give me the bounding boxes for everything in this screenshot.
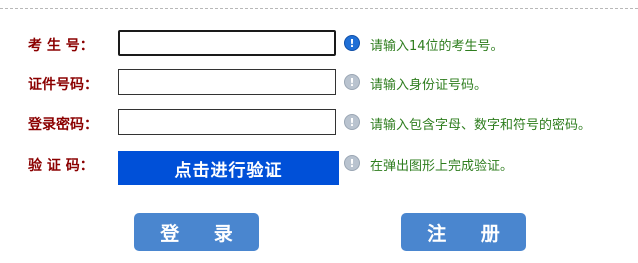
info-icon: !: [344, 35, 360, 51]
captcha-row: 验 证 码： 点击进行验证 ! 在弹出图形上完成验证。: [0, 150, 638, 185]
password-input[interactable]: [118, 109, 336, 135]
info-icon: !: [344, 74, 360, 90]
register-button[interactable]: 注 册: [401, 213, 526, 251]
id-number-input[interactable]: [118, 69, 336, 95]
password-hint: 请输入包含字母、数字和符号的密码。: [370, 118, 592, 133]
exam-number-input[interactable]: [118, 30, 336, 56]
exam-number-row: 考 生 号： ! 请输入14位的考生号。: [0, 30, 638, 60]
info-icon: !: [344, 114, 360, 130]
captcha-verify-button[interactable]: 点击进行验证: [118, 151, 339, 185]
exam-number-label: 考 生 号：: [28, 38, 94, 54]
captcha-hint: 在弹出图形上完成验证。: [370, 159, 514, 174]
password-label: 登录密码：: [28, 117, 98, 133]
password-row: 登录密码： ! 请输入包含字母、数字和符号的密码。: [0, 109, 638, 139]
login-button[interactable]: 登 录: [134, 213, 259, 251]
captcha-label: 验 证 码：: [28, 158, 94, 174]
id-number-hint: 请输入身份证号码。: [370, 78, 488, 93]
id-number-row: 证件号码： ! 请输入身份证号码。: [0, 69, 638, 99]
exam-number-hint: 请输入14位的考生号。: [370, 39, 504, 54]
id-number-label: 证件号码：: [28, 77, 98, 93]
info-icon: !: [344, 155, 360, 171]
top-dashed-divider: [0, 8, 638, 9]
